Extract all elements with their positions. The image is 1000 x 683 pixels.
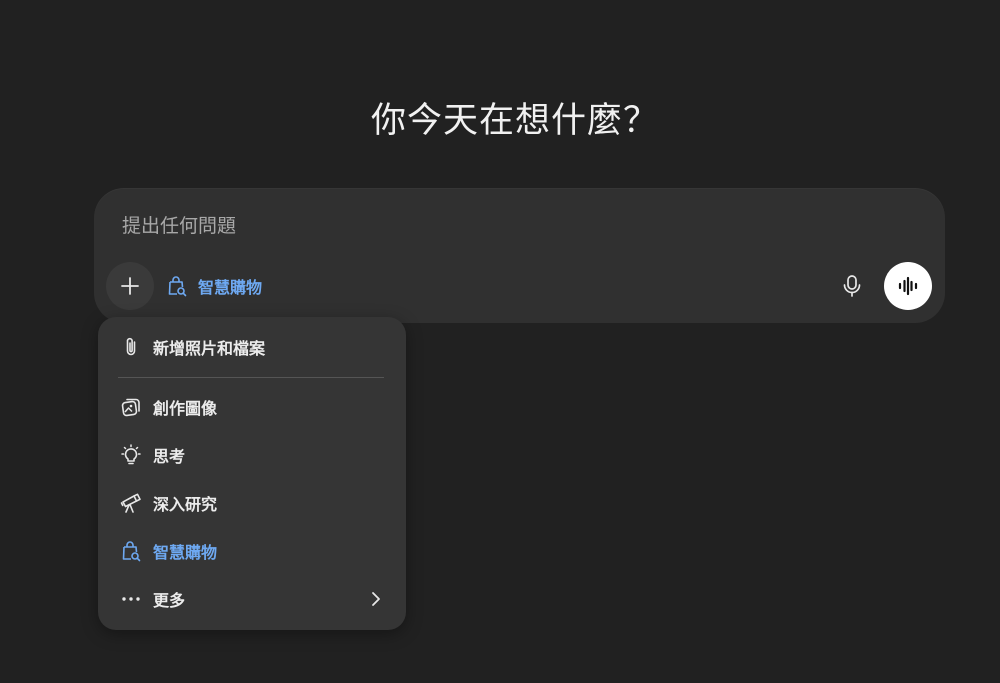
page-title: 你今天在想什麼？ [370,101,659,141]
menu-item-smart-shopping[interactable]: 智慧購物 [98,531,406,571]
plus-icon [121,277,139,295]
tools-menu: 新增照片和檔案 創作圖像 思考 深入研究 智慧購物 更多 [98,317,406,630]
more-dots-icon [118,586,144,612]
prompt-input[interactable] [122,212,722,240]
active-tool-chip-label: 智慧購物 [198,278,263,297]
menu-item-create-image[interactable]: 創作圖像 [98,387,406,427]
menu-item-label: 更多 [153,591,186,610]
menu-divider [118,377,384,378]
image-create-icon [118,394,144,420]
menu-item-label: 智慧購物 [153,543,218,562]
shopping-bag-search-icon [118,538,144,564]
chat-home-page: 你今天在想什麼？ 智慧購物 [0,0,1000,683]
chevron-right-icon [368,591,384,607]
menu-item-label: 深入研究 [153,495,218,514]
telescope-icon [118,490,144,516]
paperclip-icon [118,334,144,360]
microphone-icon [843,275,861,297]
menu-item-more[interactable]: 更多 [98,579,406,619]
voice-waveform-icon [898,276,918,296]
active-tool-chip[interactable]: 智慧購物 [166,272,262,300]
menu-item-label: 創作圖像 [153,399,218,418]
menu-item-add-files[interactable]: 新增照片和檔案 [98,327,406,367]
add-tools-button[interactable] [106,262,154,310]
dictate-button[interactable] [836,270,868,302]
menu-item-think[interactable]: 思考 [98,435,406,475]
menu-item-label: 新增照片和檔案 [153,339,266,358]
shopping-bag-search-icon [168,276,187,297]
voice-mode-button[interactable] [884,262,932,310]
composer: 智慧購物 [94,188,945,323]
lightbulb-icon [118,442,144,468]
menu-item-label: 思考 [153,447,186,466]
menu-item-deep-research[interactable]: 深入研究 [98,483,406,523]
